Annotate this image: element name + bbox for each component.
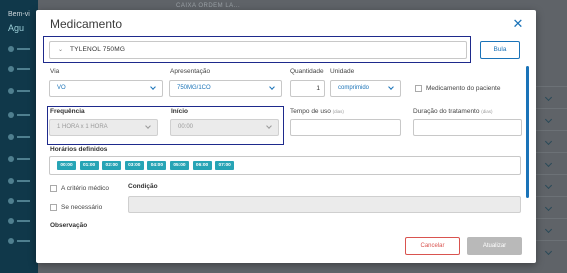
chevron-down-icon [544,247,553,256]
medicamento-paciente-checkbox[interactable] [415,85,422,92]
frequencia-label: Frequência [50,108,85,115]
background-row [535,108,567,130]
frequencia-select[interactable]: 1 HORA x 1 HORA [49,119,158,136]
chevron-down-icon [150,84,156,90]
chevron-down-icon [544,93,553,102]
bula-button[interactable]: Bula [480,41,520,59]
frequencia-value: 1 HORA x 1 HORA [57,124,108,130]
chevron-down-icon [544,225,553,234]
background-nav-item [4,88,30,94]
chevron-down-icon [544,115,553,124]
horarios-list: 00:00 01:00 02:00 03:00 04:00 05:00 06:0… [57,161,235,170]
chevron-down-icon [145,123,151,129]
duracao-unit: (dias) [481,109,493,114]
horario-chip[interactable]: 03:00 [124,161,144,170]
quantidade-value: 1 [316,85,320,92]
duracao-label-text: Duração do tratamento [413,108,480,115]
inicio-select[interactable]: 00:00 [170,119,279,136]
via-label: Via [50,68,60,75]
unidade-label: Unidade [330,68,355,75]
tempo-uso-input[interactable] [290,119,401,136]
horarios-label: Horários definidos [50,146,108,153]
medicamento-paciente-label: Medicamento do paciente [426,85,501,92]
chevron-down-icon [269,84,275,90]
chevron-down-icon [266,123,272,129]
horario-chip[interactable]: 07:00 [215,161,235,170]
update-button[interactable]: Atualizar [467,237,522,255]
medication-modal: Medicamento ✕ ⌄ TYLENOL 750MG Bula Via V… [36,10,536,263]
background-welcome-text: Bem-vi [8,11,30,18]
background-nav-item [4,134,30,140]
background-user-name: Agu [8,23,25,33]
horarios-box: 00:00 01:00 02:00 03:00 04:00 05:00 06:0… [49,156,521,175]
background-row [535,240,567,262]
tempo-uso-label-text: Tempo de uso [290,108,331,115]
background-row [535,152,567,174]
background-row [535,174,567,196]
horario-chip[interactable]: 05:00 [169,161,189,170]
apresentacao-select[interactable]: 750MG/1CO [169,80,282,97]
chevron-down-icon [544,203,553,212]
chevron-down-icon [544,137,553,146]
tempo-uso-label: Tempo de uso (dias) [290,108,344,115]
apresentacao-label: Apresentação [170,68,211,75]
tempo-uso-unit: (dias) [332,109,344,114]
background-nav-item [4,218,30,224]
background-row [535,196,567,218]
medication-select[interactable]: ⌄ TYLENOL 750MG [49,41,467,59]
observacao-label: Observação [50,222,88,229]
background-nav-item [4,238,30,244]
unidade-value: comprimido [338,85,370,91]
background-nav-item [4,198,30,204]
via-value: VO [57,85,66,91]
background-nav-item [4,66,30,72]
horario-chip[interactable]: 06:00 [192,161,212,170]
se-necessario-label: Se necessário [61,204,103,211]
quantidade-label: Quantidade [290,68,324,75]
unidade-select[interactable]: comprimido [330,80,401,97]
background-row [535,130,567,152]
horario-chip[interactable]: 02:00 [102,161,122,170]
chevron-down-icon [544,181,553,190]
via-select[interactable]: VO [49,80,163,97]
close-icon[interactable]: ✕ [512,17,524,30]
background-nav-item [4,178,30,184]
horario-chip[interactable]: 01:00 [79,161,99,170]
cancel-button[interactable]: Cancelar [405,237,460,255]
background-nav-item [4,156,30,162]
apresentacao-value: 750MG/1CO [177,85,211,91]
chevron-down-icon: ⌄ [58,47,64,53]
criterio-medico-label: A critério médico [61,185,110,192]
condicao-label: Condição [128,183,158,190]
chevron-down-icon [544,159,553,168]
horario-chip[interactable]: 04:00 [147,161,167,170]
duracao-input[interactable] [413,119,522,136]
condicao-input[interactable] [128,196,521,213]
background-row [535,86,567,108]
background-header-text: CAIXA ORDEM LA... [176,3,241,9]
background-sidebar: Bem-vi Agu [0,0,38,273]
chevron-down-icon [388,84,394,90]
inicio-label: Início [171,108,188,115]
inicio-value: 00:00 [178,124,194,130]
horario-chip[interactable]: 00:00 [57,161,76,170]
criterio-medico-checkbox[interactable] [50,185,57,192]
medication-value: TYLENOL 750MG [70,46,126,53]
scrollbar[interactable] [526,66,529,198]
se-necessario-checkbox[interactable] [50,204,57,211]
duracao-label: Duração do tratamento (dias) [413,108,493,115]
background-row [535,218,567,240]
background-nav-item [4,46,30,52]
background-nav-item [4,112,30,118]
modal-title: Medicamento [50,17,123,31]
quantidade-input[interactable]: 1 [290,80,325,97]
